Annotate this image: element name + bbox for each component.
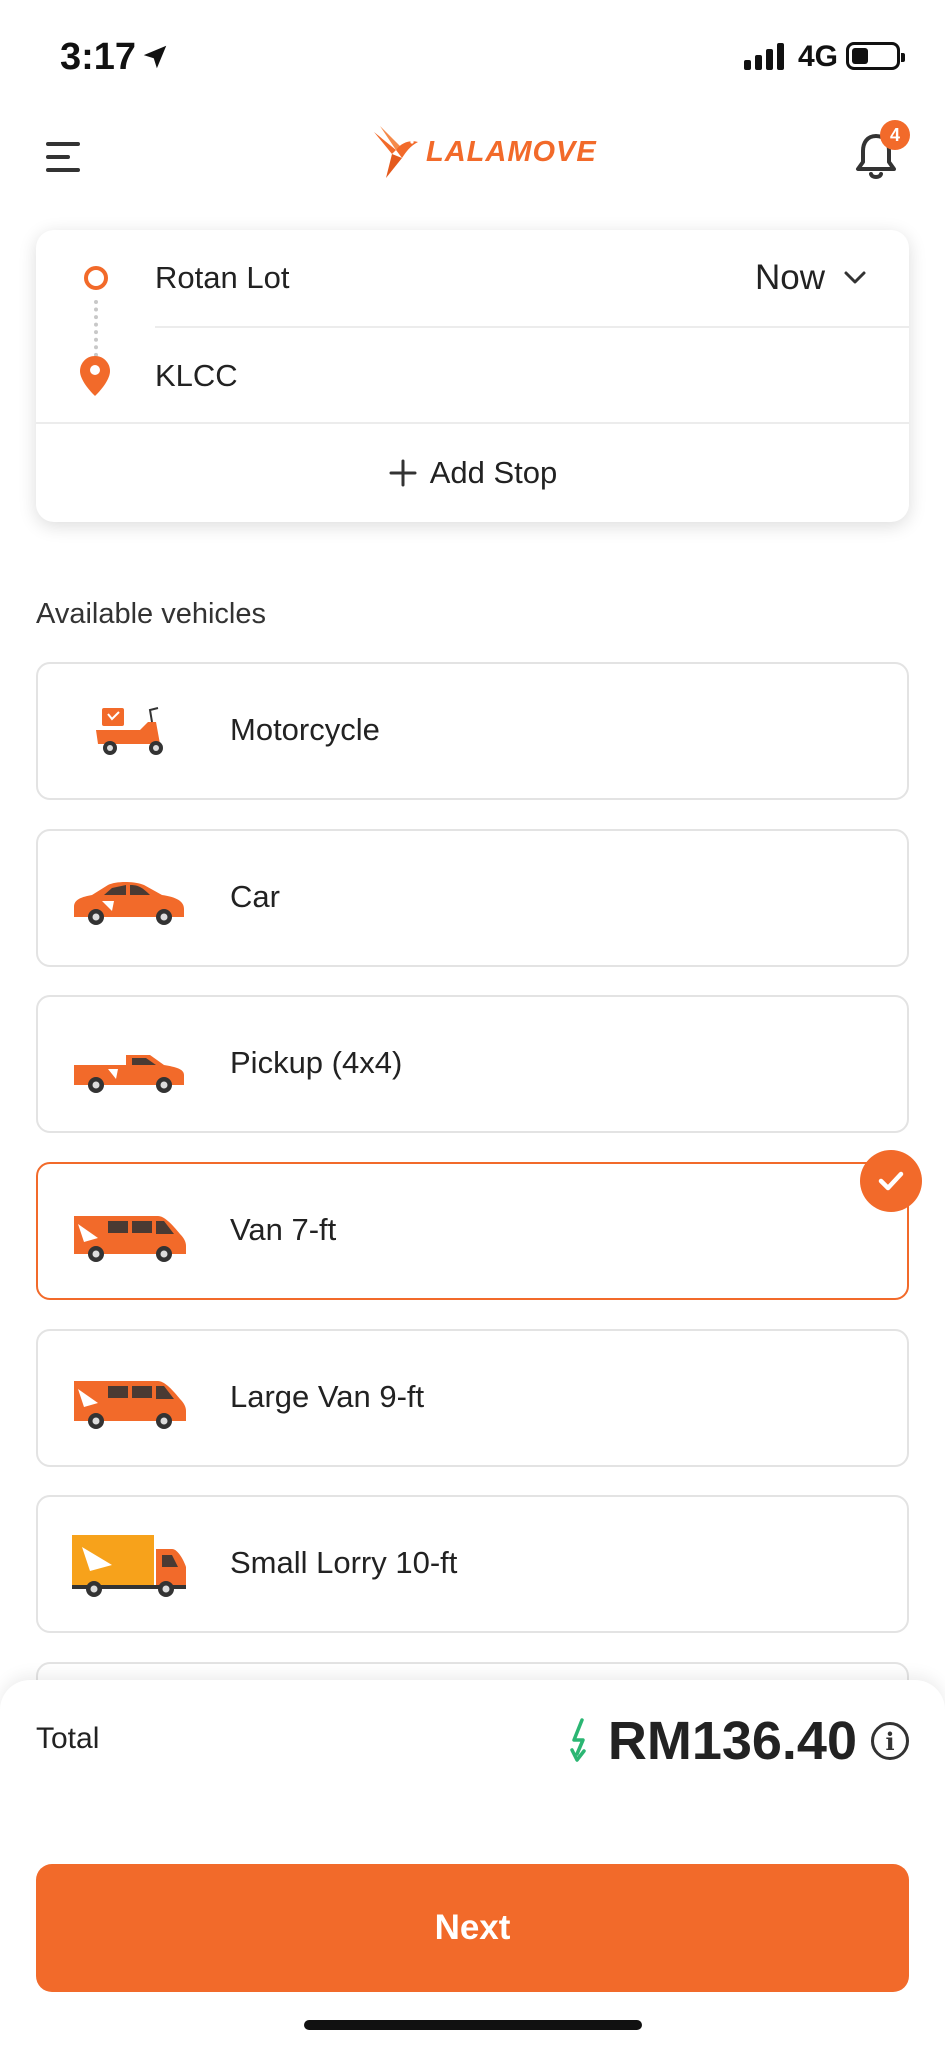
add-stop-button[interactable]: Add Stop	[36, 422, 909, 522]
next-button[interactable]: Next	[36, 1864, 909, 1992]
add-stop-label: Add Stop	[429, 455, 558, 490]
total-label: Total	[36, 1722, 100, 1755]
schedule-time-label: Now	[754, 258, 825, 297]
pickup-location-text: Rotan Lot	[155, 260, 290, 295]
plus-icon	[389, 459, 417, 487]
menu-icon[interactable]	[46, 140, 82, 174]
large-van-icon	[74, 1381, 186, 1429]
lalamove-logo: LALAMOVE	[372, 124, 597, 180]
pickup-location-field[interactable]: Rotan Lot Now	[36, 230, 909, 326]
vehicle-option-small-lorry-10ft[interactable]: Small Lorry 10-ft	[36, 1495, 909, 1633]
battery-icon	[846, 42, 905, 70]
bottom-sheet: Total RM136.40 i Next	[0, 1680, 945, 2048]
lorry-icon	[72, 1535, 186, 1597]
total-price: RM136.40	[607, 1711, 857, 1771]
info-icon[interactable]: i	[871, 1722, 909, 1760]
selected-check-icon	[860, 1150, 922, 1212]
vehicle-name: Motorcycle	[230, 712, 380, 747]
logo-text: LALAMOVE	[426, 135, 597, 168]
vehicle-name: Van 7-ft	[230, 1212, 337, 1247]
status-time: 3:17	[60, 36, 137, 78]
next-button-label: Next	[434, 1908, 511, 1947]
hummingbird-logo-icon	[374, 126, 418, 178]
motorcycle-icon	[96, 707, 163, 755]
vehicle-name: Large Van 9-ft	[230, 1379, 425, 1414]
map-pin-icon	[80, 356, 110, 396]
schedule-time-dropdown[interactable]: Now	[755, 258, 867, 298]
price-display: RM136.40 i	[568, 1710, 909, 1772]
location-arrow-icon	[143, 45, 167, 69]
vehicle-option-motorcycle[interactable]: Motorcycle	[36, 662, 909, 800]
vehicle-name: Pickup (4x4)	[230, 1045, 403, 1080]
vehicle-name: Car	[230, 879, 280, 914]
dropoff-location-field[interactable]: KLCC	[155, 326, 909, 422]
pickup-truck-icon	[74, 1055, 184, 1093]
price-bolt-icon	[570, 1718, 586, 1762]
car-icon	[74, 882, 184, 925]
available-vehicles-heading: Available vehicles	[36, 598, 266, 630]
vehicle-option-pickup[interactable]: Pickup (4x4)	[36, 995, 909, 1133]
notification-badge: 4	[880, 120, 910, 150]
vehicle-option-large-van-9ft[interactable]: Large Van 9-ft	[36, 1329, 909, 1467]
cellular-signal-icon	[744, 42, 784, 70]
dropoff-location-text: KLCC	[155, 358, 238, 393]
vehicle-option-car[interactable]: Car	[36, 829, 909, 967]
vehicle-option-van-7ft[interactable]: Van 7-ft	[36, 1162, 909, 1300]
van-icon	[74, 1216, 186, 1262]
chevron-down-icon	[844, 271, 866, 284]
status-bar: 3:17 4G	[0, 0, 945, 110]
home-indicator	[304, 2020, 642, 2030]
network-type: 4G	[798, 40, 839, 73]
route-card: Rotan Lot Now KLCC Add Stop	[36, 230, 909, 522]
vehicle-name: Small Lorry 10-ft	[230, 1545, 458, 1580]
